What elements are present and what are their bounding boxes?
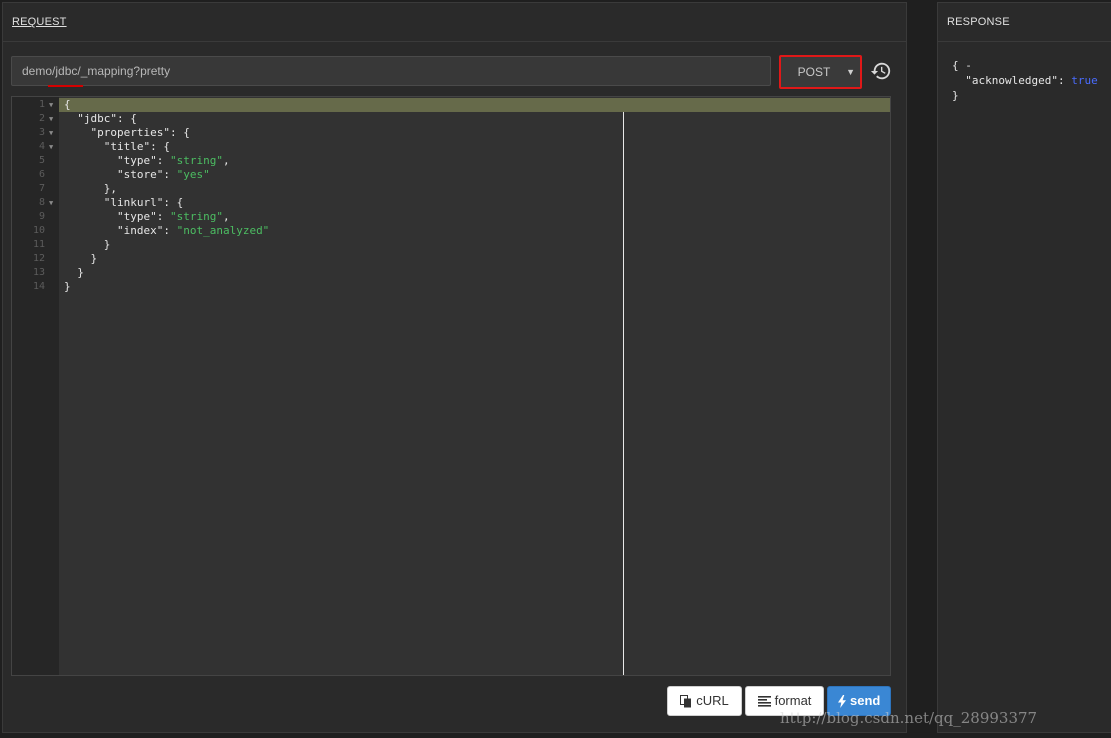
response-title: RESPONSE: [947, 16, 1010, 28]
line-number: 8: [38, 197, 45, 208]
line-number: 2: [38, 113, 45, 124]
response-line: }: [952, 89, 959, 102]
editor-line[interactable]: 6 "store": "yes": [12, 168, 890, 182]
line-number: 9: [38, 211, 45, 222]
code-text: "title": {: [64, 140, 170, 153]
line-number: 7: [38, 183, 45, 194]
line-number: 12: [32, 253, 45, 264]
code-text: "linkurl": {: [64, 196, 184, 209]
fold-toggle-icon[interactable]: ▼: [49, 112, 53, 126]
code-text: }: [64, 238, 111, 251]
code-text: "index": "not_analyzed": [64, 224, 270, 237]
code-text: "type": "string",: [64, 210, 230, 223]
response-line: { -: [952, 59, 972, 72]
line-number: 6: [38, 169, 45, 180]
editor-line[interactable]: 5 "type": "string",: [12, 154, 890, 168]
method-select[interactable]: POST ▼: [779, 55, 862, 89]
url-input[interactable]: [11, 56, 771, 86]
align-left-icon: [757, 696, 771, 707]
code-text: }: [64, 252, 98, 265]
send-button-label: send: [850, 693, 881, 708]
code-text: {: [64, 98, 71, 111]
code-text: }: [64, 280, 71, 293]
response-body: { - "acknowledged": true}: [952, 58, 1098, 103]
fold-toggle-icon[interactable]: ▼: [49, 98, 53, 112]
editor-line[interactable]: 8 ▼ "linkurl": {: [12, 196, 890, 210]
line-number: 11: [32, 239, 45, 250]
request-title[interactable]: REQUEST: [12, 16, 67, 28]
lightning-icon: [838, 695, 846, 709]
response-panel: RESPONSE { - "acknowledged": true}: [937, 2, 1111, 733]
editor-line[interactable]: 9 "type": "string",: [12, 210, 890, 224]
spellcheck-underline: [48, 85, 83, 87]
code-text: }: [64, 266, 84, 279]
code-text: "store": "yes": [64, 168, 210, 181]
fold-toggle-icon[interactable]: ▼: [49, 196, 53, 210]
history-icon[interactable]: [870, 60, 892, 82]
code-text: "properties": {: [64, 126, 190, 139]
editor-line[interactable]: 7 },: [12, 182, 890, 196]
editor-line[interactable]: 4 ▼ "title": {: [12, 140, 890, 154]
fold-toggle-icon[interactable]: ▼: [49, 126, 53, 140]
request-panel-header: REQUEST: [3, 3, 906, 42]
format-button-label: format: [774, 693, 812, 708]
editor-line[interactable]: 10 "index": "not_analyzed": [12, 224, 890, 238]
line-number: 4: [38, 141, 45, 152]
line-number: 5: [38, 155, 45, 166]
code-text: },: [64, 182, 117, 195]
editor-line[interactable]: 14}: [12, 280, 890, 294]
editor-line[interactable]: 13 }: [12, 266, 890, 280]
copy-icon: [680, 695, 692, 708]
caret-down-icon: ▼: [846, 67, 855, 77]
editor-line[interactable]: 3 ▼ "properties": {: [12, 126, 890, 140]
line-number: 13: [32, 267, 45, 278]
fold-toggle-icon[interactable]: ▼: [49, 140, 53, 154]
response-panel-header: RESPONSE: [938, 3, 1111, 42]
curl-button[interactable]: cURL: [667, 686, 742, 716]
line-number: 3: [38, 127, 45, 138]
line-number: 1: [38, 99, 45, 110]
method-select-value: POST: [797, 65, 831, 79]
editor-line[interactable]: 2 ▼ "jdbc": {: [12, 112, 890, 126]
line-number: 14: [32, 281, 45, 292]
request-body-editor[interactable]: 1 ▼ {2 ▼ "jdbc": { 3 ▼ "properties": { 4 ▼ "tit…: [11, 96, 891, 676]
line-number: 10: [32, 225, 45, 236]
watermark: http://blog.csdn.net/qq_28993377: [780, 709, 1038, 727]
editor-line[interactable]: 1 ▼ {: [12, 98, 890, 112]
response-line: "acknowledged": true: [952, 74, 1098, 87]
editor-line[interactable]: 12 }: [12, 252, 890, 266]
code-text: "type": "string",: [64, 154, 230, 167]
code-text: "jdbc": {: [64, 112, 137, 125]
editor-line[interactable]: 11 }: [12, 238, 890, 252]
curl-button-label: cURL: [696, 693, 729, 708]
